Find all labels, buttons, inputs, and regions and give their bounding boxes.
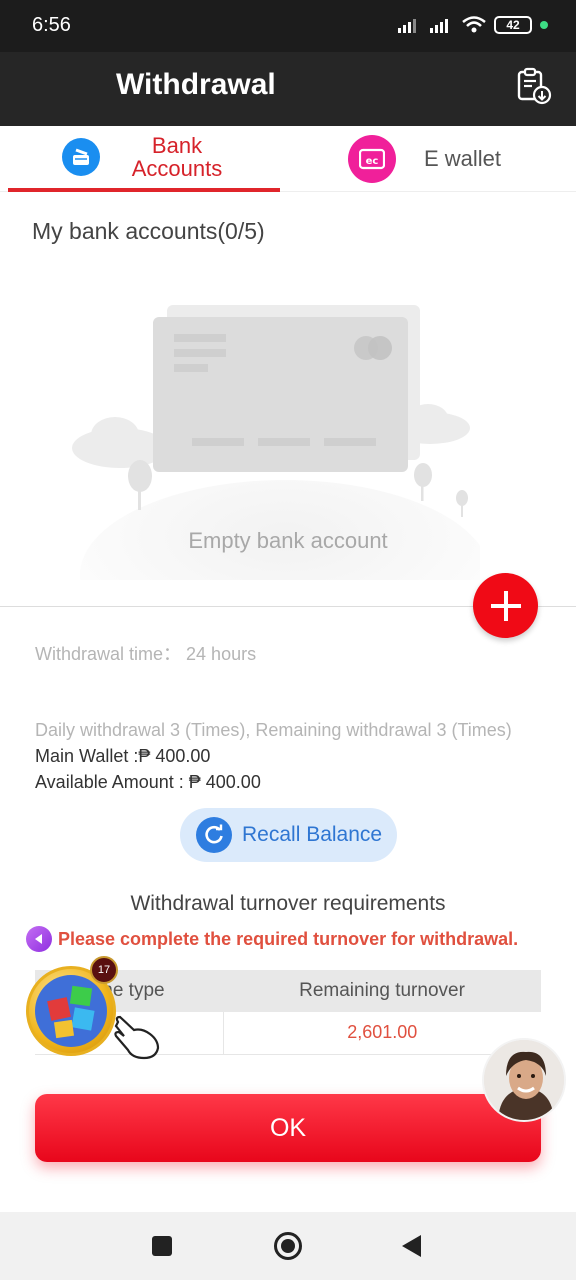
plus-icon [490, 590, 521, 621]
svg-text:ec: ec [366, 156, 379, 167]
main-wallet-text: Main Wallet :₱ 400.00 [35, 746, 211, 766]
tab-e-wallet-label: E wallet [424, 146, 502, 171]
turnover-warning: Please complete the required turnover fo… [26, 926, 518, 952]
home-icon-inner [281, 1239, 295, 1253]
support-agent-icon [484, 1040, 564, 1120]
system-nav-bar [0, 1212, 576, 1280]
ok-button[interactable]: OK [35, 1094, 541, 1162]
add-bank-account-button[interactable] [473, 573, 538, 638]
turnover-title: Withdrawal turnover requirements [130, 892, 446, 915]
floating-game-widget[interactable]: 17 [24, 956, 166, 1066]
wifi-icon [462, 16, 486, 33]
bank-card-icon [62, 138, 100, 176]
recall-balance-label: Recall Balance [242, 823, 383, 846]
e-wallet-icon: ec [348, 135, 396, 183]
privacy-dot-icon [540, 21, 548, 29]
tab-label-line2: Accounts [131, 156, 223, 181]
customer-support-avatar[interactable] [482, 1038, 566, 1122]
tab-label-line1: Bank [151, 133, 203, 158]
tab-bar: Bank Accounts ec E wallet [0, 126, 576, 192]
status-icons: 42 [398, 16, 548, 34]
status-time: 6:56 [32, 14, 71, 36]
bank-accounts-title: My bank accounts(0/5) [32, 218, 265, 244]
status-bar: 6:56 42 [0, 0, 576, 52]
clipboard-download-icon[interactable] [514, 66, 554, 106]
game-badge-count: 17 [90, 956, 118, 984]
recall-balance-button[interactable]: Recall Balance [180, 808, 397, 862]
tab-bank-accounts[interactable]: Bank Accounts [8, 126, 280, 192]
signal-icon-2 [430, 19, 448, 33]
recent-apps-icon[interactable] [152, 1236, 172, 1256]
refresh-icon [196, 817, 232, 853]
battery-level: 42 [506, 18, 520, 32]
withdrawal-time-text: Withdrawal time： 24 hours [35, 644, 257, 664]
turnover-warning-text: Please complete the required turnover fo… [58, 928, 519, 949]
signal-icon [398, 19, 416, 33]
ok-button-label: OK [269, 1113, 307, 1142]
column-header-remaining: Remaining turnover [223, 970, 541, 1012]
home-icon[interactable] [274, 1232, 302, 1260]
back-icon[interactable] [402, 1235, 421, 1257]
pointing-hand-icon [114, 1015, 160, 1060]
app-header: Withdrawal [0, 52, 576, 126]
warning-arrow-icon [26, 926, 52, 952]
available-amount-text: Available Amount : ₱ 400.00 [35, 772, 261, 792]
page-title: Withdrawal [116, 68, 276, 101]
empty-bank-text: Empty bank account [188, 528, 388, 553]
daily-withdrawal-text: Daily withdrawal 3 (Times), Remaining wi… [35, 720, 512, 740]
tab-bank-accounts-label: Bank Accounts [122, 134, 232, 180]
battery-icon: 42 [494, 16, 532, 34]
cell-remaining-turnover: 2,601.00 [222, 1012, 541, 1055]
tab-e-wallet[interactable]: ec E wallet [348, 126, 568, 192]
